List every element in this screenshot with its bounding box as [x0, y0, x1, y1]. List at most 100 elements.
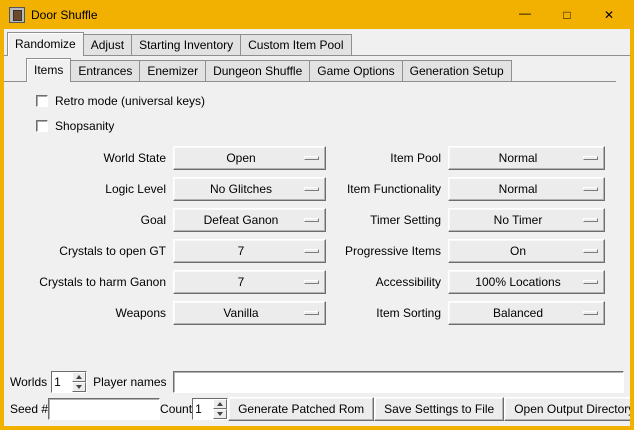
maximize-button[interactable]: □	[546, 0, 588, 29]
dropdown-value: No Glitches	[180, 182, 302, 196]
logic-level-dropdown[interactable]: No Glitches	[173, 177, 326, 201]
count-spin-down-button[interactable]	[213, 409, 227, 419]
dropdown-indicator-icon	[304, 280, 319, 284]
tab-game-options[interactable]: Game Options	[309, 60, 402, 81]
crystals-gt-dropdown[interactable]: 7	[173, 239, 326, 263]
inner-tab-bar: Items Entrances Enemizer Dungeon Shuffle…	[4, 58, 616, 82]
dropdown-value: Vanilla	[180, 306, 302, 320]
dropdown-indicator-icon	[583, 187, 598, 191]
worlds-spin-up-button[interactable]	[72, 372, 86, 382]
save-settings-button[interactable]: Save Settings to File	[374, 397, 504, 421]
dropdown-value: Defeat Ganon	[180, 213, 302, 227]
dropdown-value: Balanced	[455, 306, 581, 320]
world-state-label: World State	[12, 151, 168, 165]
dropdown-value: Normal	[455, 151, 581, 165]
door-shuffle-window: Door Shuffle — □ ✕ Randomize Adjust Star…	[0, 0, 634, 430]
generate-patched-rom-button[interactable]: Generate Patched Rom	[228, 397, 374, 421]
minimize-icon: —	[519, 6, 531, 20]
titlebar: Door Shuffle — □ ✕	[4, 0, 630, 29]
goal-dropdown[interactable]: Defeat Ganon	[173, 208, 326, 232]
dropdown-value: On	[455, 244, 581, 258]
window-title: Door Shuffle	[31, 8, 98, 22]
progressive-items-label: Progressive Items	[331, 244, 443, 258]
player-names-input[interactable]	[173, 371, 625, 393]
worlds-row: Worlds Player names	[10, 370, 624, 393]
tab-randomize[interactable]: Randomize	[7, 32, 84, 56]
tab-generation-setup[interactable]: Generation Setup	[402, 60, 512, 81]
retro-mode-label: Retro mode (universal keys)	[55, 94, 205, 108]
item-pool-dropdown[interactable]: Normal	[448, 146, 605, 170]
item-sorting-dropdown[interactable]: Balanced	[448, 301, 605, 325]
count-spin-up-button[interactable]	[213, 399, 227, 409]
minimize-button[interactable]: —	[504, 0, 546, 29]
dropdown-value: 100% Locations	[455, 275, 581, 289]
dropdown-value: Normal	[455, 182, 581, 196]
accessibility-label: Accessibility	[331, 275, 443, 289]
tab-dungeon-shuffle[interactable]: Dungeon Shuffle	[205, 60, 310, 81]
dropdown-indicator-icon	[583, 218, 598, 222]
logic-level-label: Logic Level	[12, 182, 168, 196]
tab-custom-item-pool[interactable]: Custom Item Pool	[240, 34, 351, 55]
dropdown-value: Open	[180, 151, 302, 165]
crystals-ganon-label: Crystals to harm Ganon	[12, 275, 168, 289]
dropdown-indicator-icon	[304, 187, 319, 191]
close-icon: ✕	[604, 8, 614, 22]
crystals-gt-label: Crystals to open GT	[12, 244, 168, 258]
close-button[interactable]: ✕	[588, 0, 630, 29]
window-body: Randomize Adjust Starting Inventory Cust…	[4, 29, 630, 426]
progressive-items-dropdown[interactable]: On	[448, 239, 605, 263]
seed-input[interactable]	[48, 398, 160, 420]
dropdown-value: No Timer	[455, 213, 581, 227]
tab-enemizer[interactable]: Enemizer	[139, 60, 206, 81]
count-input[interactable]	[193, 399, 213, 419]
item-sorting-label: Item Sorting	[331, 306, 443, 320]
dropdown-indicator-icon	[583, 249, 598, 253]
worlds-spinner	[51, 371, 87, 393]
dropdown-indicator-icon	[304, 249, 319, 253]
shopsanity-label: Shopsanity	[55, 119, 114, 133]
checkbox-icon	[36, 120, 48, 132]
checkbox-icon	[36, 95, 48, 107]
dropdown-indicator-icon	[583, 156, 598, 160]
count-spinner	[192, 398, 228, 420]
dropdown-indicator-icon	[583, 280, 598, 284]
worlds-input[interactable]	[52, 372, 72, 392]
timer-setting-dropdown[interactable]: No Timer	[448, 208, 605, 232]
seed-label: Seed #	[10, 402, 48, 416]
down-arrow-icon	[76, 385, 82, 389]
player-names-label: Player names	[93, 375, 166, 389]
outer-tab-bar: Randomize Adjust Starting Inventory Cust…	[4, 32, 630, 56]
dropdown-indicator-icon	[304, 218, 319, 222]
settings-grid: World State Open Item Pool Normal Logic …	[12, 146, 630, 325]
tab-items[interactable]: Items	[26, 58, 71, 82]
crystals-ganon-dropdown[interactable]: 7	[173, 270, 326, 294]
weapons-dropdown[interactable]: Vanilla	[173, 301, 326, 325]
shopsanity-checkbox[interactable]: Shopsanity	[36, 118, 630, 134]
tab-adjust[interactable]: Adjust	[83, 34, 132, 55]
tab-entrances[interactable]: Entrances	[70, 60, 140, 81]
worlds-label: Worlds	[10, 375, 47, 389]
accessibility-dropdown[interactable]: 100% Locations	[448, 270, 605, 294]
dropdown-indicator-icon	[304, 311, 319, 315]
world-state-dropdown[interactable]: Open	[173, 146, 326, 170]
goal-label: Goal	[12, 213, 168, 227]
dropdown-value: 7	[180, 275, 302, 289]
tab-starting-inventory[interactable]: Starting Inventory	[131, 34, 241, 55]
dropdown-indicator-icon	[583, 311, 598, 315]
item-functionality-label: Item Functionality	[331, 182, 443, 196]
up-arrow-icon	[217, 402, 223, 406]
item-pool-label: Item Pool	[331, 151, 443, 165]
item-functionality-dropdown[interactable]: Normal	[448, 177, 605, 201]
maximize-icon: □	[563, 8, 570, 22]
up-arrow-icon	[76, 375, 82, 379]
seed-row: Seed # Count Generate Patched Rom Save S…	[10, 397, 624, 421]
timer-setting-label: Timer Setting	[331, 213, 443, 227]
dropdown-value: 7	[180, 244, 302, 258]
worlds-spin-down-button[interactable]	[72, 382, 86, 392]
app-icon	[9, 7, 25, 23]
down-arrow-icon	[217, 412, 223, 416]
retro-mode-checkbox[interactable]: Retro mode (universal keys)	[36, 93, 630, 109]
count-label: Count	[160, 402, 192, 416]
open-output-directory-button[interactable]: Open Output Directory	[504, 397, 630, 421]
dropdown-indicator-icon	[304, 156, 319, 160]
